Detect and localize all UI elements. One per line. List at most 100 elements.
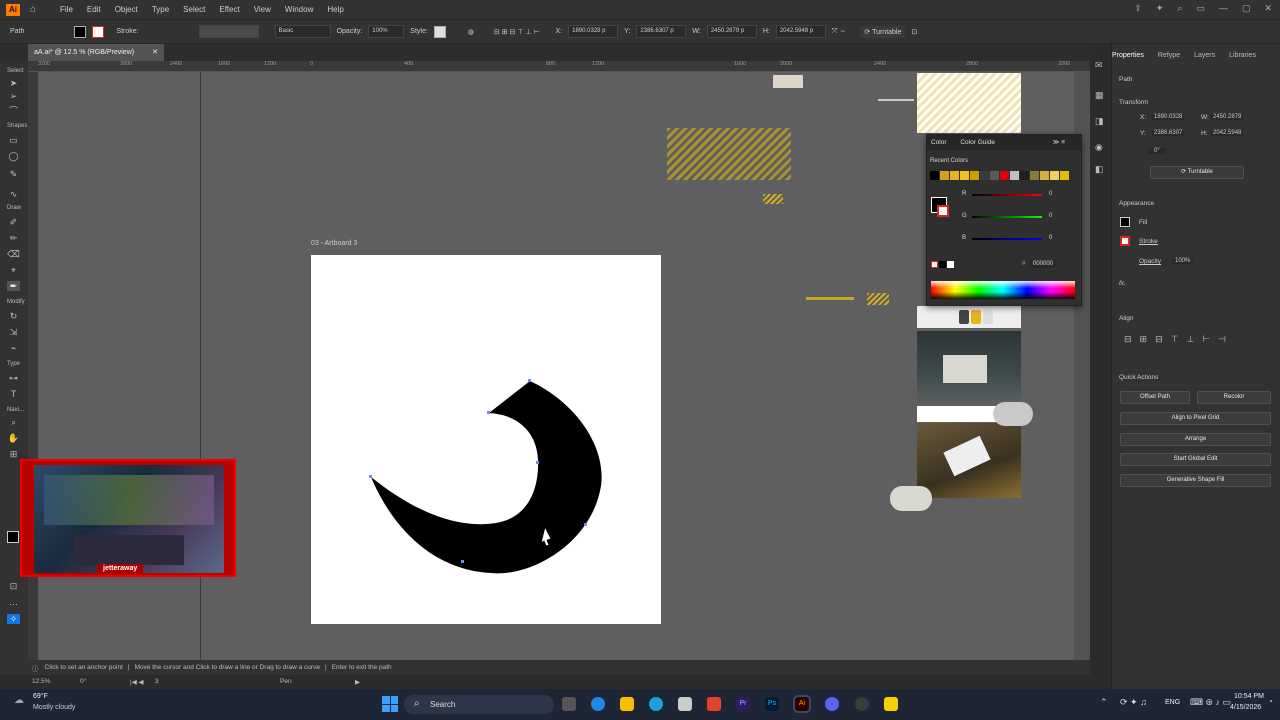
language-indicator[interactable]: ENG [1165, 699, 1180, 706]
r-value[interactable]: 0 [1049, 191, 1052, 197]
store-icon[interactable] [678, 697, 692, 711]
recent-color-swatch[interactable] [950, 171, 959, 180]
align-buttons[interactable]: ⊟⊞⊟⊤⊥⊢⊣ [1124, 334, 1234, 345]
pattern-chevron-small-2[interactable] [867, 293, 889, 305]
pencil-tool-icon[interactable]: ✎ [7, 169, 20, 179]
g-value[interactable]: 0 [1049, 213, 1052, 219]
eyedropper-tool-icon[interactable]: ⌁ [7, 343, 20, 353]
w-input[interactable]: 2450.2879 p [706, 25, 757, 38]
align-pixel-grid-button[interactable]: Align to Pixel Grid [1120, 412, 1271, 425]
opacity-label[interactable]: Opacity: [337, 28, 363, 35]
tab-libraries[interactable]: Libraries [1229, 52, 1256, 59]
tab-color[interactable]: Color [931, 139, 947, 146]
zoom-level[interactable]: 12.5% [32, 678, 50, 685]
rotation-value[interactable]: 0° [80, 678, 86, 685]
x-input[interactable]: 1890.0328 [1152, 114, 1185, 120]
y-input[interactable]: 2386.6307 p [636, 25, 687, 38]
tab-color-guide[interactable]: Color Guide [960, 139, 995, 146]
notification-icon[interactable]: ✦ [1156, 3, 1164, 14]
discord-icon[interactable] [825, 697, 839, 711]
crescent-shape[interactable] [371, 381, 602, 574]
ellipse-tool-icon[interactable]: ◯ [7, 151, 20, 161]
recent-color-swatch[interactable] [990, 171, 999, 180]
tab-retype[interactable]: Refype [1158, 52, 1180, 59]
layers-icon[interactable]: ◨ [1095, 116, 1104, 127]
minimize-icon[interactable]: — [1219, 3, 1228, 14]
arrange-button[interactable]: Arrange [1120, 433, 1271, 446]
b-value[interactable]: 0 [1049, 235, 1052, 241]
app-folder-icon[interactable] [884, 697, 898, 711]
menu-object[interactable]: Object [115, 5, 138, 14]
paintbrush-tool-icon[interactable]: ✐ [7, 217, 20, 227]
appearance-stroke-swatch[interactable] [1120, 236, 1130, 246]
recent-color-swatch[interactable] [1020, 171, 1029, 180]
type-tool-icon[interactable]: T [7, 389, 20, 399]
pattern-swatch-group[interactable] [667, 128, 791, 180]
recent-color-swatch[interactable] [1030, 171, 1039, 180]
shaper-tool-icon[interactable]: ⌖ [7, 265, 20, 275]
recent-color-swatch[interactable] [970, 171, 979, 180]
artboard[interactable] [311, 255, 661, 624]
canvas-object[interactable] [773, 75, 803, 88]
tray-chevron-icon[interactable]: ⌃ [1100, 697, 1108, 708]
menu-effect[interactable]: Effect [219, 5, 239, 14]
rectangle-tool-icon[interactable]: ▭ [7, 135, 20, 145]
premiere-icon[interactable]: Pr [736, 697, 750, 711]
menu-edit[interactable]: Edit [87, 5, 101, 14]
recent-color-swatch[interactable] [1040, 171, 1049, 180]
tab-properties[interactable]: Properties [1112, 52, 1144, 59]
edit-toolbar-icon[interactable]: ✧ [7, 614, 20, 624]
zoom-tool-icon[interactable]: ⌕ [7, 417, 20, 427]
weather-temp[interactable]: 69°F [33, 693, 48, 700]
draw-mode-icon[interactable]: ⊡ [7, 581, 20, 591]
fill-swatch[interactable] [74, 25, 87, 38]
status-play-icon[interactable]: ▶ [355, 678, 360, 686]
artboard-label[interactable]: 03 - Artboard 3 [311, 240, 357, 247]
edge-icon[interactable] [649, 697, 663, 711]
thumbnail-swatches[interactable] [917, 306, 1021, 328]
thumbnail-business-card[interactable] [917, 423, 1021, 498]
r-slider[interactable] [972, 194, 1042, 196]
scale-tool-icon[interactable]: ⇲ [7, 327, 20, 337]
photoshop-icon[interactable]: Ps [765, 697, 779, 711]
tray-icons[interactable]: ⟳ ✦ ♫ [1120, 697, 1147, 708]
swatches-icon[interactable]: ◧ [1095, 164, 1104, 175]
none-black-white-swatches[interactable] [931, 261, 954, 268]
arrange-documents-icon[interactable]: ▭ [1196, 3, 1205, 14]
menu-select[interactable]: Select [183, 5, 205, 14]
y-input[interactable]: 2386.6307 [1152, 130, 1185, 136]
clock-date[interactable]: 4/15/2026 [1230, 704, 1261, 711]
document-tab[interactable]: aA.ai* @ 12.5 % (RGB/Preview) ✕ [28, 44, 164, 61]
canvas-text-tiny[interactable] [878, 99, 914, 101]
recent-color-swatch[interactable] [1000, 171, 1009, 180]
clock-time[interactable]: 10:54 PM [1234, 693, 1264, 700]
stroke-indicator[interactable] [937, 205, 949, 217]
fx-button[interactable]: fx. [1119, 280, 1126, 287]
comments-icon[interactable]: ✉ [1095, 60, 1103, 71]
align-icons[interactable]: ⊟ ⊞ ⊟ ⊤ ⊥ ⊢ [494, 28, 540, 36]
style-swatch[interactable] [433, 25, 446, 38]
offset-path-button[interactable]: Offset Path [1120, 391, 1190, 404]
taskbar-search-box[interactable]: ⌕ Search [404, 695, 554, 714]
menu-type[interactable]: Type [152, 5, 169, 14]
recent-color-swatch[interactable] [980, 171, 989, 180]
arrange-icon[interactable]: ⊡ [911, 28, 917, 36]
recent-color-swatch[interactable] [940, 171, 949, 180]
close-icon[interactable]: ✕ [1264, 3, 1272, 14]
recolor-icon[interactable]: ◍ [468, 28, 474, 36]
brave-icon[interactable] [707, 697, 721, 711]
menu-file[interactable]: File [60, 5, 73, 14]
artboard-number[interactable]: 3 [155, 678, 159, 685]
appearance-fill-swatch[interactable] [1120, 217, 1130, 227]
network-volume-battery-icons[interactable]: ⌨ ⊛ ♪ ▭ [1190, 697, 1231, 708]
more-tools-icon[interactable]: ⋯ [7, 599, 20, 609]
menu-view[interactable]: View [254, 5, 271, 14]
pattern-chevron-small[interactable] [763, 194, 783, 204]
thumbnail-office-mockup[interactable] [917, 331, 1021, 403]
direct-selection-tool-icon[interactable]: ➢ [7, 91, 20, 101]
illustrator-icon[interactable]: Ai [793, 695, 811, 713]
h-input[interactable]: 2042.5948 [1211, 130, 1244, 136]
task-view-icon[interactable] [562, 697, 576, 711]
stroke-swatch[interactable] [92, 25, 105, 38]
pen-tool-icon[interactable]: ✒ [7, 281, 20, 291]
